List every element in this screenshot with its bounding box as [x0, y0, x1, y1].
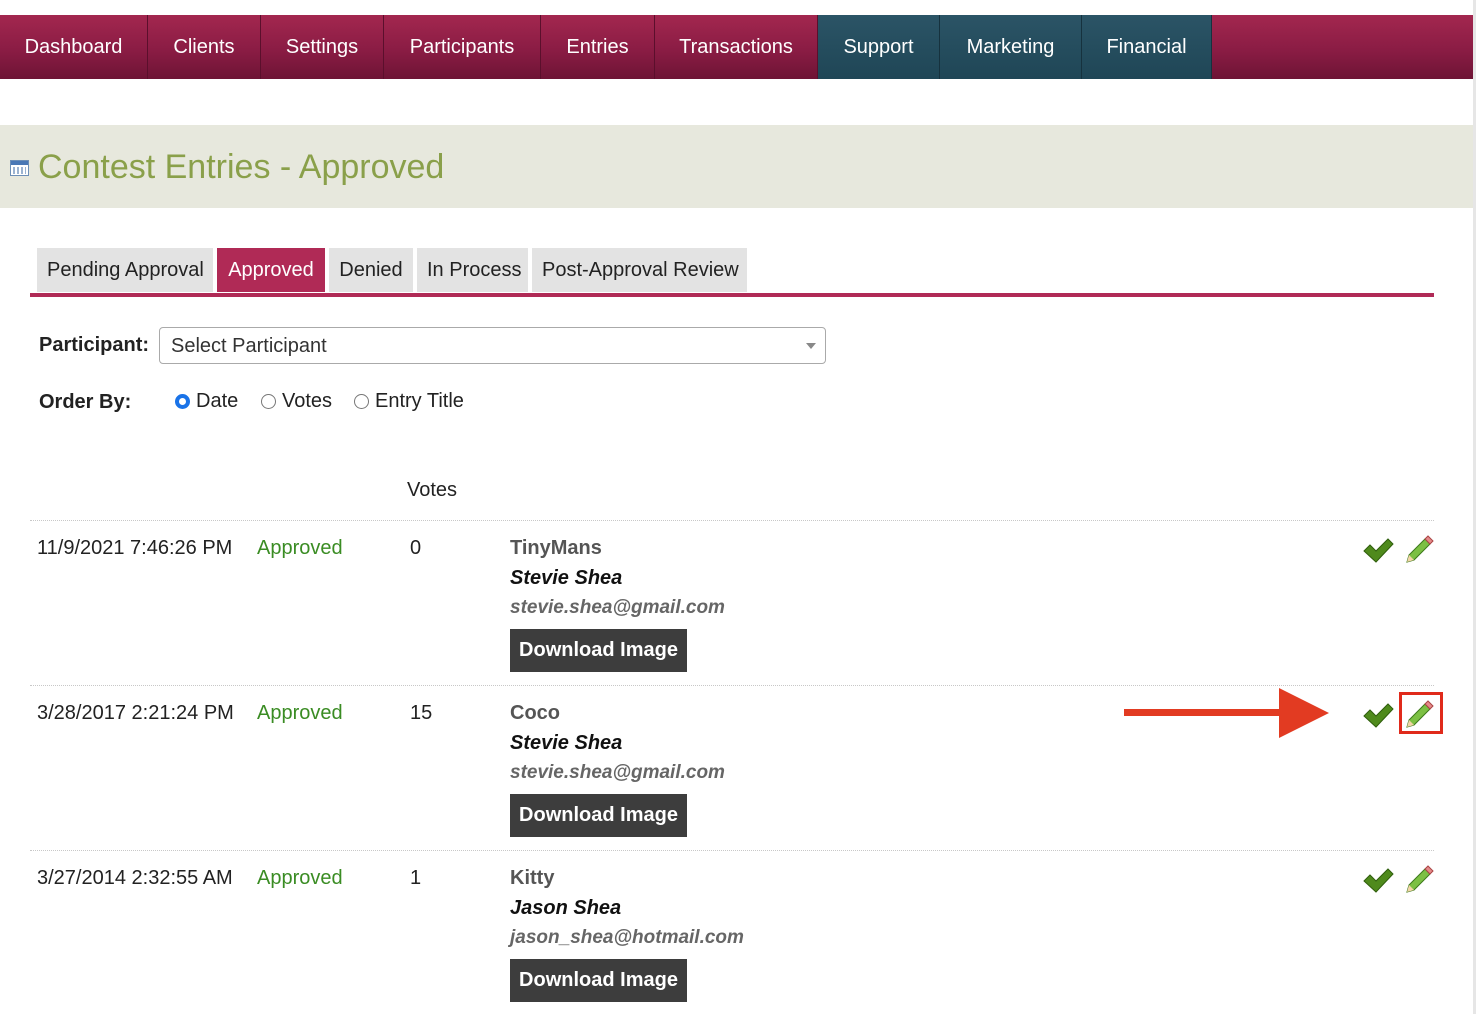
row-divider [30, 850, 1434, 851]
entry-participant-email: stevie.shea@gmail.com [510, 597, 725, 618]
order-entry-title-radio[interactable] [354, 394, 369, 409]
entry-participant-email: jason_shea@hotmail.com [510, 927, 744, 948]
page-title: Contest Entries - Approved [38, 148, 445, 186]
participant-select-value: Select Participant [171, 335, 327, 357]
annotation-arrow-icon [1279, 688, 1329, 738]
annotation-arrow-shaft [1124, 709, 1284, 716]
checkmark-icon[interactable] [1362, 534, 1394, 566]
entry-status: Approved [257, 867, 343, 889]
nav-item-dashboard[interactable]: Dashboard [0, 15, 148, 79]
votes-column-header: Votes [407, 479, 458, 501]
order-votes-radio[interactable] [261, 394, 276, 409]
checkmark-icon[interactable] [1362, 864, 1394, 896]
chevron-down-icon [806, 343, 816, 349]
participant-select[interactable]: Select Participant [159, 327, 826, 364]
download-image-button[interactable]: Download Image [510, 794, 687, 837]
nav-item-participants[interactable]: Participants [384, 15, 541, 79]
calendar-icon [10, 160, 29, 176]
nav-item-marketing[interactable]: Marketing [940, 15, 1082, 79]
entry-votes: 15 [410, 702, 433, 724]
entry-date: 11/9/2021 7:46:26 PM [37, 537, 233, 559]
tab-in-process[interactable]: In Process [417, 248, 528, 292]
entry-date: 3/28/2017 2:21:24 PM [37, 702, 234, 724]
entry-participant-email: stevie.shea@gmail.com [510, 762, 725, 783]
nav-item-clients[interactable]: Clients [148, 15, 261, 79]
entry-title: Coco [510, 702, 560, 724]
checkmark-icon[interactable] [1362, 699, 1394, 731]
tab-approved[interactable]: Approved [217, 248, 325, 292]
entry-participant-name: Stevie Shea [510, 732, 623, 754]
entry-participant-name: Stevie Shea [510, 567, 623, 589]
order-votes-label[interactable]: Votes [282, 390, 332, 413]
entry-title: Kitty [510, 867, 555, 889]
entry-participant-name: Jason Shea [510, 897, 622, 919]
nav-item-transactions[interactable]: Transactions [655, 15, 818, 79]
order-date-label[interactable]: Date [196, 390, 238, 413]
entry-date: 3/27/2014 2:32:55 AM [37, 867, 233, 889]
row-divider [30, 520, 1434, 521]
entry-votes: 1 [410, 867, 422, 889]
entry-status: Approved [257, 537, 343, 559]
row-divider [30, 685, 1434, 686]
entry-title: TinyMans [510, 537, 602, 559]
entry-status: Approved [257, 702, 343, 724]
tab-denied[interactable]: Denied [329, 248, 413, 292]
tab-post-approval-review[interactable]: Post-Approval Review [532, 248, 747, 292]
download-image-button[interactable]: Download Image [510, 629, 687, 672]
pencil-icon[interactable] [1403, 864, 1435, 896]
download-image-button[interactable]: Download Image [510, 959, 687, 1002]
pencil-icon[interactable] [1403, 534, 1435, 566]
entry-votes: 0 [410, 537, 422, 559]
order-date-radio[interactable] [175, 394, 190, 409]
nav-item-support[interactable]: Support [818, 15, 940, 79]
annotation-highlight-box [1399, 692, 1443, 734]
order-entry-title-label[interactable]: Entry Title [375, 390, 464, 413]
nav-item-settings[interactable]: Settings [261, 15, 384, 79]
participant-label: Participant: [39, 334, 150, 356]
tab-underline [30, 293, 1434, 297]
tab-pending-approval[interactable]: Pending Approval [37, 248, 213, 292]
nav-item-entries[interactable]: Entries [541, 15, 655, 79]
nav-item-financial[interactable]: Financial [1082, 15, 1212, 79]
order-by-label: Order By: [39, 391, 132, 413]
